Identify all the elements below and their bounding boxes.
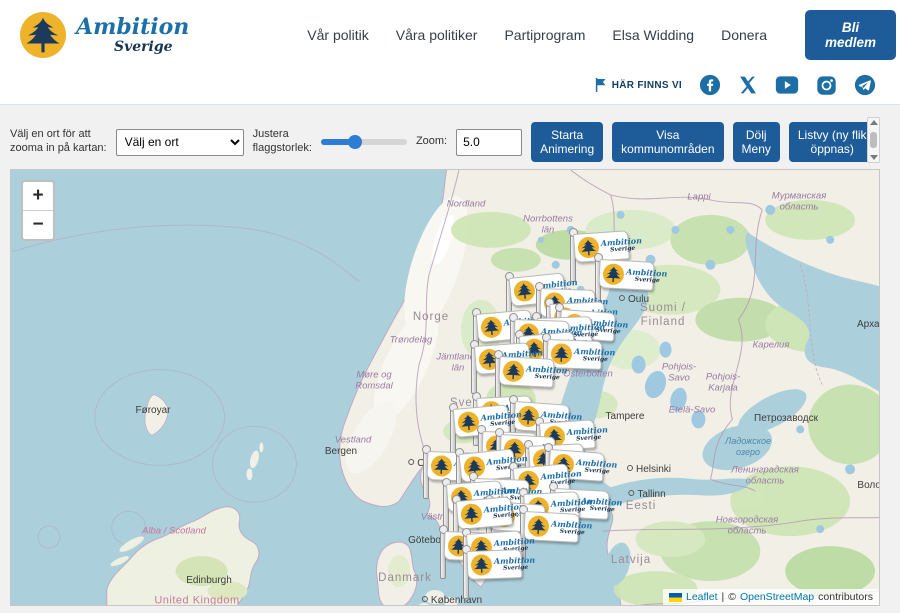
zoom-label: Zoom: (416, 135, 447, 149)
slider-thumb[interactable] (348, 135, 362, 149)
facebook-icon[interactable] (699, 74, 721, 96)
flag-logo-icon (471, 554, 493, 576)
flag-logo-icon (527, 515, 549, 537)
map[interactable]: NordlandNorrbottens länLappiМурманская о… (10, 169, 880, 606)
list-view-button[interactable]: Listvy (ny flik öppnas) (789, 122, 876, 163)
flag-icon (594, 78, 607, 92)
nav-var-politik[interactable]: Vår politik (307, 27, 368, 43)
map-controls-bar: Välj en ort för att zooma in på kartan: … (10, 119, 890, 165)
logo-subtitle: Sverige (114, 40, 189, 54)
start-animation-button[interactable]: Starta Animering (531, 122, 603, 163)
nav-elsa-widding[interactable]: Elsa Widding (612, 27, 694, 43)
join-member-button[interactable]: Bli medlem (805, 10, 896, 60)
show-municipalities-button[interactable]: Visa kommunområden (612, 122, 723, 163)
site-logo[interactable]: Ambition Sverige (20, 12, 189, 58)
nav-donera[interactable]: Donera (721, 27, 767, 43)
telegram-icon[interactable] (854, 74, 876, 96)
scroll-up-icon[interactable] (870, 120, 878, 125)
zoom-out-button[interactable]: − (23, 211, 53, 239)
hide-menu-button[interactable]: Dölj Meny (733, 122, 780, 163)
flag-logo-icon (480, 316, 503, 339)
scrollbar-thumb[interactable] (870, 132, 877, 148)
nav-partiprogram[interactable]: Partiprogram (504, 27, 585, 43)
ukraine-flag-icon (669, 593, 682, 602)
zoom-in-button[interactable]: + (23, 182, 53, 211)
map-zoom-control: + − (21, 180, 55, 241)
flag-size-slider[interactable] (321, 134, 407, 150)
scroll-down-icon[interactable] (870, 155, 878, 160)
flag-marker[interactable]: AmbitionSverige (463, 546, 525, 604)
flag-logo-icon (502, 360, 524, 382)
logo-title: Ambition (76, 16, 189, 38)
select-city-label: Välj en ort för att zooma in på kartan: (10, 128, 107, 156)
site-header: Ambition Sverige Vår politik Våra politi… (0, 0, 900, 70)
social-label: HÄR FINNS VI (594, 78, 682, 92)
city-select[interactable]: Välj en ort (116, 129, 244, 156)
main-nav: Vår politik Våra politiker Partiprogram … (307, 27, 767, 43)
social-bar: HÄR FINNS VI (0, 70, 900, 105)
flag-logo-icon (460, 503, 483, 526)
zoom-value-input[interactable] (456, 129, 522, 156)
widget-scrollbar[interactable] (867, 117, 880, 163)
instagram-icon[interactable] (816, 75, 837, 96)
leaflet-link[interactable]: Leaflet (686, 591, 718, 603)
flag-logo-icon (513, 279, 536, 302)
map-attribution: Leaflet | © OpenStreetMap contributors (663, 589, 879, 605)
tree-logo-icon (20, 12, 66, 58)
nav-vara-politiker[interactable]: Våra politiker (396, 27, 478, 43)
osm-link[interactable]: OpenStreetMap (740, 591, 814, 603)
youtube-icon[interactable] (775, 75, 799, 95)
flag-logo-icon (602, 263, 624, 285)
flag-size-label: Justera flaggstorlek: (253, 128, 312, 156)
x-twitter-icon[interactable] (738, 75, 758, 95)
flag-logo-icon (431, 455, 453, 477)
